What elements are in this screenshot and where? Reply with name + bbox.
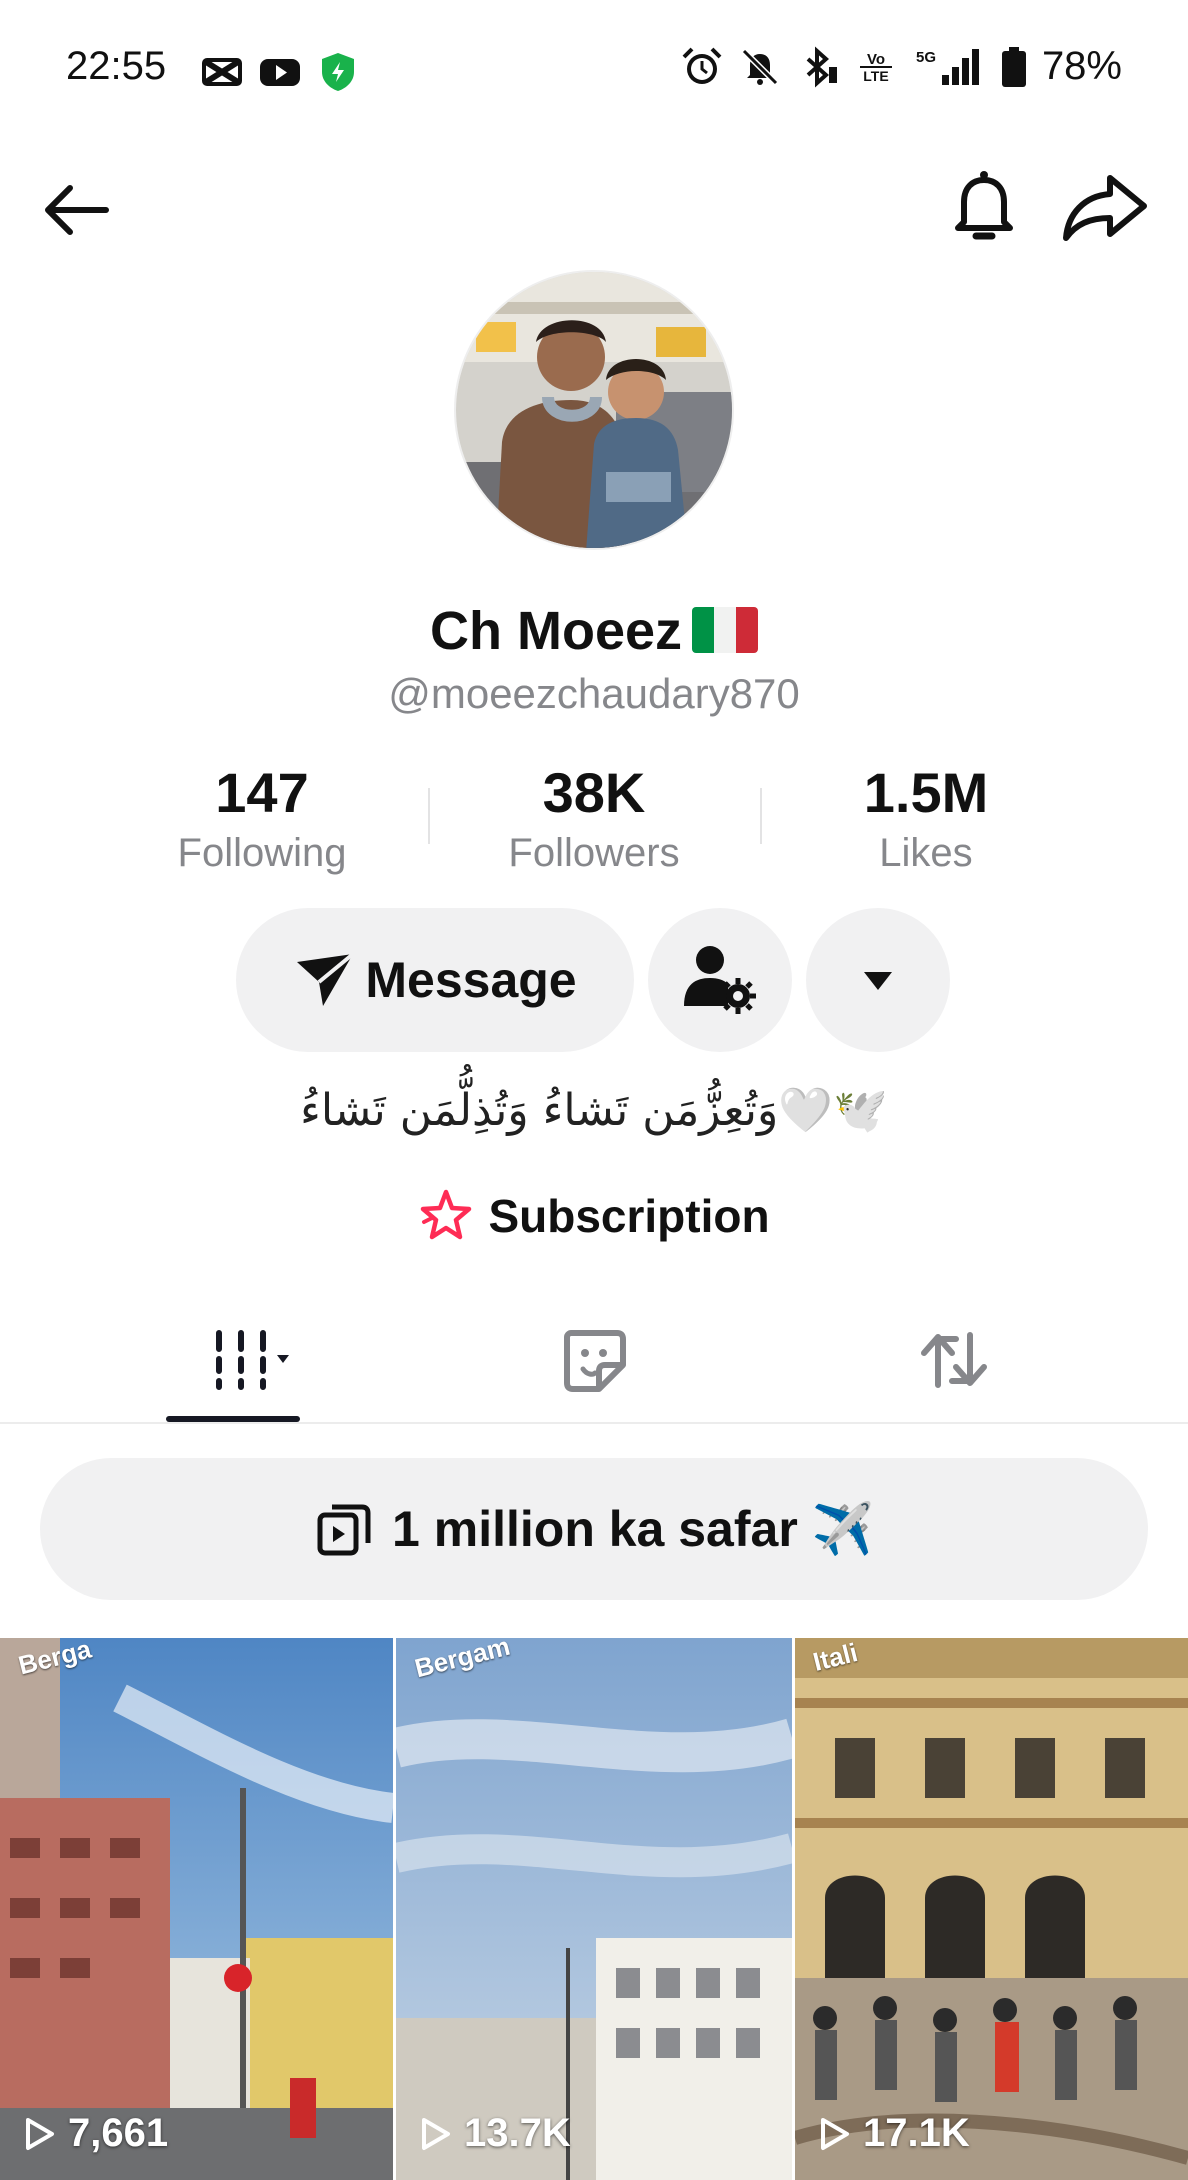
stat-likes[interactable]: 1.5M Likes bbox=[806, 760, 1046, 876]
stat-divider bbox=[760, 788, 762, 844]
follow-settings-button[interactable] bbox=[648, 908, 792, 1052]
video-views: 7,661 bbox=[20, 2111, 168, 2156]
grid-icon bbox=[216, 1330, 289, 1390]
caret-down-icon bbox=[864, 972, 892, 990]
content-tabs bbox=[0, 1300, 1188, 1424]
alarm-icon bbox=[682, 47, 722, 84]
avatar[interactable] bbox=[454, 270, 734, 550]
playlist-label: 1 million ka safar ✈️ bbox=[392, 1500, 874, 1557]
capcut-icon bbox=[202, 58, 242, 86]
video-thumbnail-image bbox=[396, 1638, 792, 2180]
play-icon bbox=[422, 2117, 450, 2150]
battery-percent: 78% bbox=[1041, 44, 1122, 88]
share-icon[interactable] bbox=[1060, 166, 1150, 246]
message-label: Message bbox=[365, 952, 577, 1008]
tab-videos[interactable] bbox=[164, 1320, 304, 1400]
svg-text:LTE: LTE bbox=[863, 68, 888, 84]
more-options-button[interactable] bbox=[806, 908, 950, 1052]
subscription-label: Subscription bbox=[488, 1190, 770, 1242]
active-tab-indicator bbox=[166, 1416, 300, 1422]
send-icon bbox=[297, 952, 355, 1006]
video-view-count: 13.7K bbox=[464, 2111, 571, 2155]
signal-5g-icon: 5G bbox=[916, 48, 979, 85]
stat-value: 1.5M bbox=[863, 761, 989, 824]
video-thumbnail-image bbox=[0, 1638, 393, 2180]
video-views: 17.1K bbox=[815, 2111, 970, 2156]
video-thumbnail[interactable]: Berga 7,661 bbox=[0, 1638, 393, 2180]
svg-text:Vo: Vo bbox=[867, 51, 885, 68]
play-icon bbox=[26, 2117, 54, 2150]
subscription-link[interactable]: Subscription bbox=[0, 1188, 1188, 1244]
bell-icon[interactable] bbox=[944, 166, 1024, 246]
playlist-icon bbox=[317, 1504, 371, 1556]
volte-icon: VoLTE bbox=[859, 51, 892, 84]
user-gear-icon bbox=[684, 946, 756, 1014]
vpn-shield-icon bbox=[322, 53, 354, 91]
stat-value: 38K bbox=[542, 761, 646, 824]
stat-value: 147 bbox=[215, 761, 309, 824]
profile-handle: @moeezchaudary870 bbox=[388, 670, 800, 717]
tab-reposts[interactable] bbox=[884, 1320, 1024, 1400]
stat-divider bbox=[428, 788, 430, 844]
video-thumbnail-image bbox=[795, 1638, 1188, 2180]
youtube-icon bbox=[260, 59, 300, 86]
profile-header bbox=[0, 160, 1188, 250]
profile-bio: وَتُعِزُّمَن تَشاءُ وَتُذِلُّمَن تَشاءُ🤍… bbox=[300, 1085, 888, 1136]
sticker-icon bbox=[564, 1330, 626, 1392]
play-icon bbox=[821, 2117, 849, 2150]
battery-icon bbox=[1001, 46, 1026, 87]
video-view-count: 17.1K bbox=[863, 2111, 970, 2155]
status-bar: 22:55 Vo LTE 5G 78% bbox=[0, 0, 1188, 140]
mute-icon bbox=[741, 48, 779, 85]
stat-label: Followers bbox=[508, 831, 680, 875]
playlist-button[interactable]: 1 million ka safar ✈️ bbox=[40, 1458, 1148, 1600]
status-time: 22:55 bbox=[66, 44, 167, 88]
italy-flag-icon bbox=[692, 607, 759, 653]
video-thumbnail[interactable]: Itali 17.1K bbox=[795, 1638, 1188, 2180]
video-views: 13.7K bbox=[416, 2111, 571, 2156]
stat-label: Following bbox=[177, 831, 347, 875]
bluetooth-icon bbox=[806, 46, 837, 87]
video-grid: Berga 7,661 Bergam 13.7K Itali 17.1K bbox=[0, 1638, 1188, 2180]
stat-following[interactable]: 147 Following bbox=[142, 760, 382, 876]
svg-text:5G: 5G bbox=[916, 49, 936, 66]
message-button[interactable]: Message bbox=[236, 908, 634, 1052]
profile-name: Ch Moeez bbox=[429, 601, 683, 661]
star-icon bbox=[421, 1189, 472, 1240]
video-thumbnail[interactable]: Bergam 13.7K bbox=[396, 1638, 792, 2180]
profile-stats: 147 Following 38K Followers 1.5M Likes bbox=[0, 760, 1188, 880]
video-view-count: 7,661 bbox=[68, 2111, 169, 2155]
stat-followers[interactable]: 38K Followers bbox=[474, 760, 714, 876]
profile-name-row: Ch Moeez bbox=[0, 600, 1188, 662]
repost-icon bbox=[921, 1332, 987, 1388]
avatar-photo bbox=[456, 272, 732, 548]
stat-label: Likes bbox=[879, 831, 973, 875]
arrow-left-icon[interactable] bbox=[36, 170, 116, 250]
tab-favorites[interactable] bbox=[524, 1320, 664, 1400]
